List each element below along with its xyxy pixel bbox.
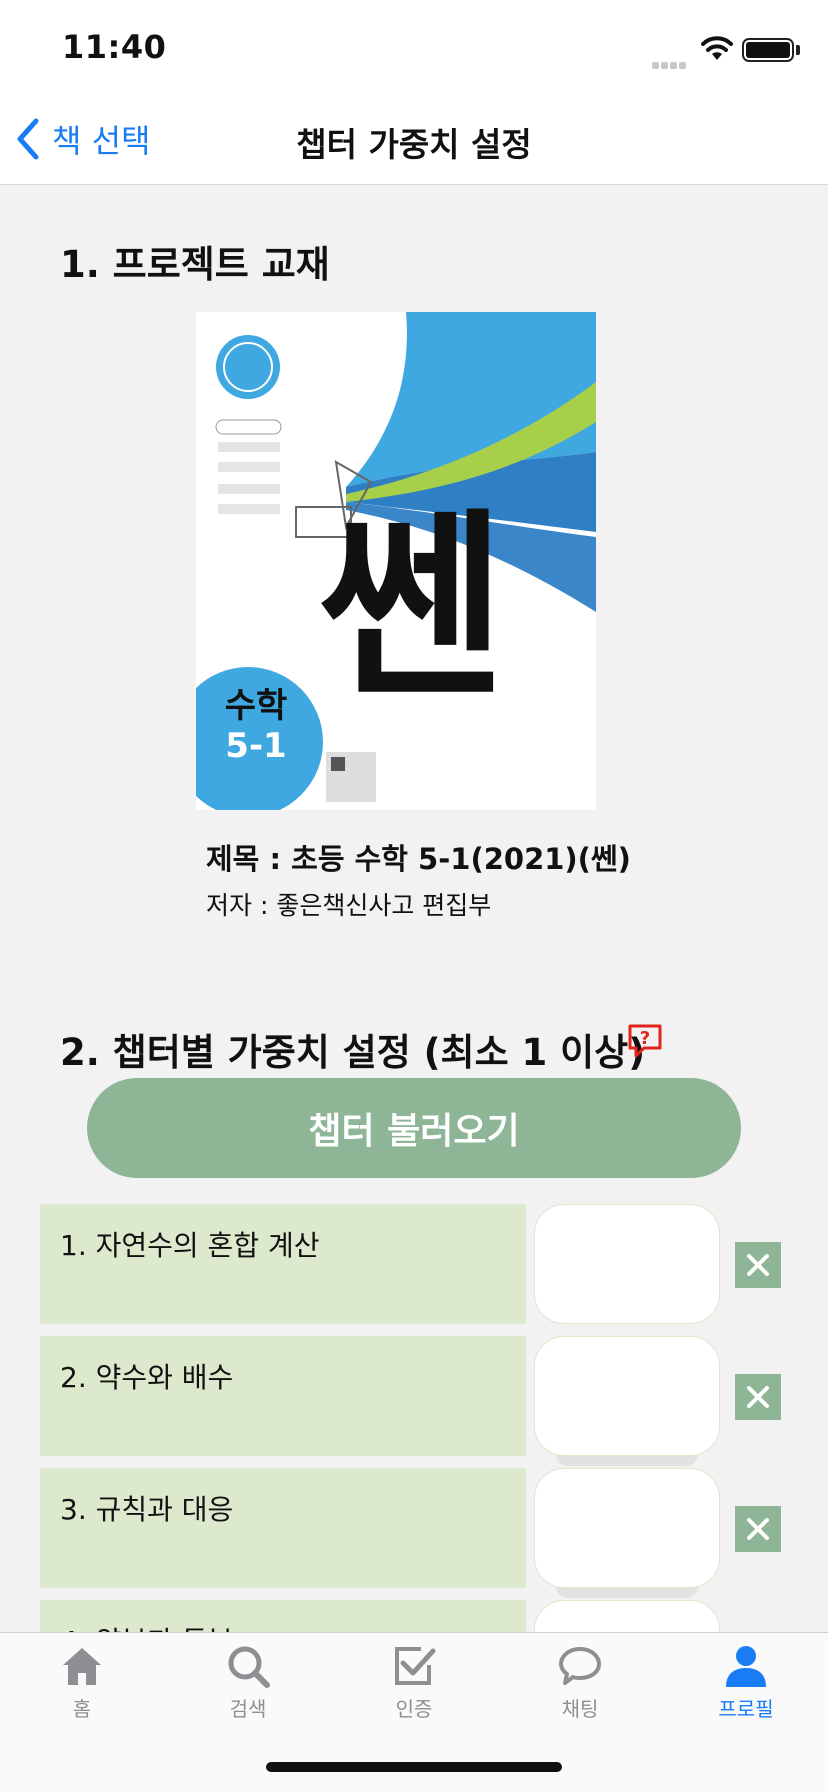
delete-chapter-button[interactable]: [735, 1506, 781, 1552]
chapter-weight-input[interactable]: [534, 1336, 720, 1456]
chapter-weight-input[interactable]: [534, 1600, 720, 1632]
book-cover-image: 쎈 수학 5-1: [196, 312, 596, 810]
search-icon: [228, 1646, 270, 1688]
chapter-label: 2. 약수와 배수: [60, 1361, 234, 1394]
close-icon: [747, 1386, 769, 1408]
tab-chat[interactable]: 채팅: [520, 1643, 640, 1743]
chapter-label: 3. 규칙과 대응: [60, 1493, 234, 1526]
tab-label: 인증: [395, 1697, 433, 1721]
chapter-list: 1. 자연수의 혼합 계산 2. 약수와 배수 3. 규칙과 대응 4. 약분과…: [0, 1204, 828, 1632]
chapter-row: 2. 약수와 배수: [0, 1336, 828, 1466]
tab-verify[interactable]: 인증: [354, 1643, 474, 1743]
tab-label: 채팅: [561, 1697, 599, 1721]
delete-chapter-button[interactable]: [735, 1242, 781, 1288]
chapter-label: 4. 약분과 통분: [60, 1620, 233, 1632]
battery-tip: [796, 45, 800, 55]
checkbox-icon: [395, 1647, 436, 1685]
chapter-name-cell: 1. 자연수의 혼합 계산: [40, 1204, 526, 1324]
chapter-row: 3. 규칙과 대응: [0, 1468, 828, 1598]
section-heading-textbook: 1. 프로젝트 교재: [60, 243, 330, 286]
chapter-weight-input[interactable]: [534, 1204, 720, 1324]
status-bar: 11:40: [0, 0, 828, 92]
chapter-row: 4. 약분과 통분: [0, 1600, 828, 1632]
page-title: 챕터 가중치 설정: [296, 125, 532, 164]
status-time: 11:40: [62, 28, 167, 66]
tab-search[interactable]: 검색: [188, 1643, 308, 1743]
home-icon: [63, 1648, 101, 1685]
chat-bubble-icon: [559, 1647, 601, 1685]
book-author: 저자 : 좋은책신사고 편집부: [206, 891, 492, 920]
cover-subject-text: 수학: [225, 686, 288, 726]
wifi-icon: [701, 36, 733, 60]
battery-icon: [742, 38, 794, 62]
cover-grade-text: 5-1: [225, 726, 286, 766]
section-heading-chapter-weights: 2. 챕터별 가중치 설정 (최소 1 이상): [60, 1031, 646, 1074]
profile-icon: [726, 1646, 766, 1687]
book-title: 제목 : 초등 수학 5-1(2021)(쎈): [206, 842, 631, 876]
close-icon: [747, 1254, 769, 1276]
cellular-signal-icon: [652, 54, 690, 69]
home-indicator: [266, 1762, 562, 1772]
cover-title-text: 쎈: [319, 490, 503, 725]
tab-label: 검색: [229, 1697, 267, 1721]
chapter-name-cell: 3. 규칙과 대응: [40, 1468, 526, 1588]
svg-text:?: ?: [640, 1028, 650, 1049]
tab-label: 홈: [72, 1697, 92, 1721]
chapter-row: 1. 자연수의 혼합 계산: [0, 1204, 828, 1324]
delete-chapter-button[interactable]: [735, 1374, 781, 1420]
tab-profile[interactable]: 프로필: [686, 1643, 806, 1743]
chapter-name-cell: 4. 약분과 통분: [40, 1600, 526, 1632]
chapter-label: 1. 자연수의 혼합 계산: [60, 1229, 320, 1262]
load-chapters-button[interactable]: 챕터 불러오기: [87, 1078, 741, 1178]
help-question-icon[interactable]: ?: [626, 1022, 664, 1060]
close-icon: [747, 1518, 769, 1540]
chapter-weight-input[interactable]: [534, 1468, 720, 1588]
chapter-name-cell: 2. 약수와 배수: [40, 1336, 526, 1456]
tab-home[interactable]: 홈: [22, 1643, 142, 1743]
navigation-bar: 책 선택 챕터 가중치 설정: [0, 92, 828, 185]
tab-label: 프로필: [718, 1697, 774, 1721]
